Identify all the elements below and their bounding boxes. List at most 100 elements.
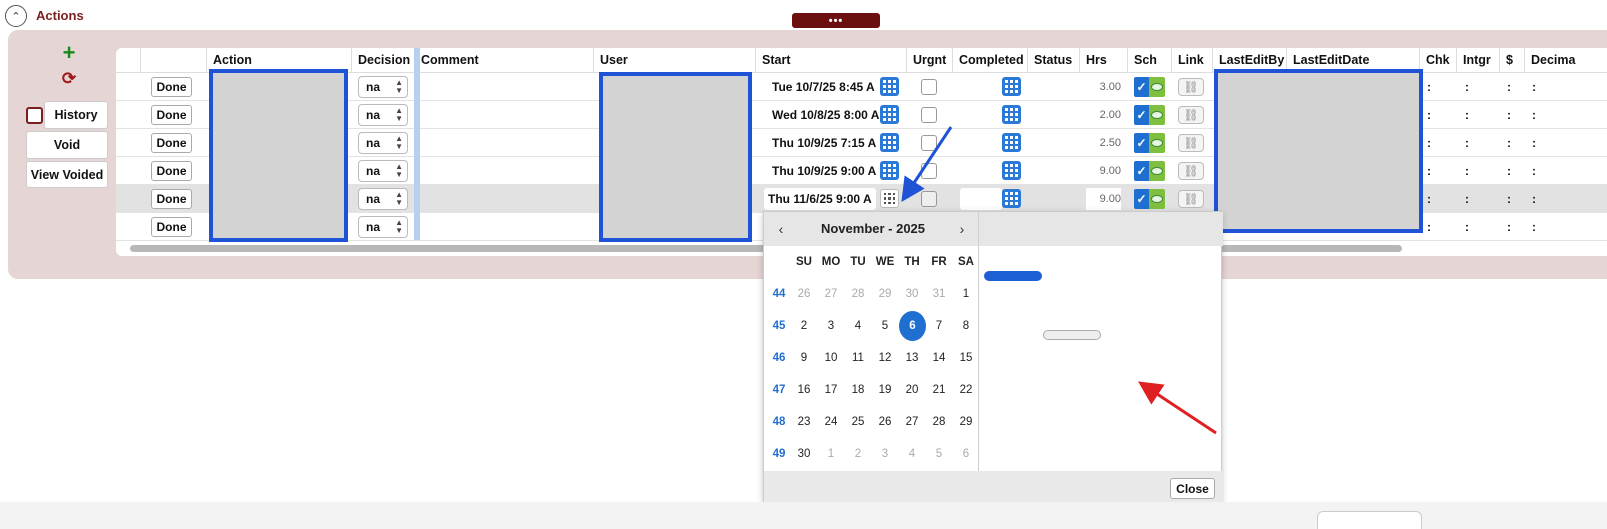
- calendar-day[interactable]: 22: [953, 377, 979, 403]
- header-comment[interactable]: Comment: [415, 48, 594, 73]
- calendar-day[interactable]: 31: [926, 281, 952, 307]
- schedule-icon[interactable]: ✓: [1134, 77, 1165, 97]
- history-button[interactable]: History: [44, 101, 108, 129]
- calendar-day[interactable]: 7: [926, 313, 952, 339]
- urgent-checkbox[interactable]: [921, 135, 937, 151]
- header-decimal[interactable]: Decima: [1525, 48, 1607, 73]
- calendar-day[interactable]: 25: [845, 409, 871, 435]
- schedule-icon[interactable]: ✓: [1134, 161, 1165, 181]
- header-decision[interactable]: Decision: [352, 48, 415, 73]
- calendar-day[interactable]: 2: [791, 313, 817, 339]
- history-checkbox[interactable]: [26, 107, 43, 124]
- calendar-icon[interactable]: [880, 77, 899, 96]
- calendar-day[interactable]: 26: [791, 281, 817, 307]
- calendar-icon[interactable]: [1002, 77, 1021, 96]
- done-button[interactable]: Done: [151, 105, 192, 125]
- link-icon[interactable]: ⛓: [1178, 78, 1204, 96]
- drag-handle[interactable]: •••: [792, 13, 880, 28]
- calendar-day[interactable]: 11: [845, 345, 871, 371]
- completed-field[interactable]: [960, 76, 1002, 98]
- calendar-day[interactable]: 27: [818, 281, 844, 307]
- calendar-day[interactable]: 15: [953, 345, 979, 371]
- header-link[interactable]: Link: [1172, 48, 1213, 73]
- schedule-icon[interactable]: ✓: [1134, 105, 1165, 125]
- urgent-checkbox[interactable]: [921, 79, 937, 95]
- calendar-icon[interactable]: [880, 133, 899, 152]
- calendar-day[interactable]: 4: [845, 313, 871, 339]
- void-button[interactable]: Void: [26, 131, 108, 159]
- calendar-day[interactable]: 20: [899, 377, 925, 403]
- link-icon[interactable]: ⛓: [1178, 190, 1204, 208]
- calendar-day[interactable]: 28: [926, 409, 952, 435]
- start-input[interactable]: Thu 11/6/25 9:00 A: [764, 188, 876, 210]
- calendar-icon[interactable]: [1002, 133, 1021, 152]
- calendar-day[interactable]: 26: [872, 409, 898, 435]
- calendar-day[interactable]: 10: [818, 345, 844, 371]
- calendar-icon[interactable]: [1002, 189, 1021, 208]
- calendar-day[interactable]: 3: [818, 313, 844, 339]
- link-icon[interactable]: ⛓: [1178, 106, 1204, 124]
- urgent-checkbox[interactable]: [921, 107, 937, 123]
- calendar-day[interactable]: 5: [926, 441, 952, 467]
- done-button[interactable]: Done: [151, 133, 192, 153]
- calendar-day[interactable]: 12: [872, 345, 898, 371]
- footer-tab[interactable]: [1317, 511, 1422, 529]
- chevron-left-icon[interactable]: ‹: [773, 220, 789, 238]
- header-urgent[interactable]: Urgnt: [907, 48, 953, 73]
- decision-select[interactable]: na ▲ ▼: [358, 76, 408, 98]
- view-voided-button[interactable]: View Voided: [26, 161, 108, 188]
- calendar-day[interactable]: 18: [845, 377, 871, 403]
- calendar-day[interactable]: 3: [872, 441, 898, 467]
- urgent-checkbox[interactable]: [921, 163, 937, 179]
- header-dollar[interactable]: $: [1500, 48, 1525, 73]
- calendar-day[interactable]: 14: [926, 345, 952, 371]
- done-button[interactable]: Done: [151, 161, 192, 181]
- column-resize-handle[interactable]: [414, 48, 420, 240]
- done-button[interactable]: Done: [151, 217, 192, 237]
- completed-field[interactable]: [960, 104, 1002, 126]
- header-sch[interactable]: Sch: [1128, 48, 1172, 73]
- calendar-icon[interactable]: [880, 161, 899, 180]
- calendar-day[interactable]: 27: [899, 409, 925, 435]
- plus-icon[interactable]: +: [61, 42, 77, 64]
- calendar-day[interactable]: 5: [872, 313, 898, 339]
- calendar-day[interactable]: 2: [845, 441, 871, 467]
- header-intgr[interactable]: Intgr: [1457, 48, 1500, 73]
- calendar-day[interactable]: 30: [899, 281, 925, 307]
- calendar-day[interactable]: 9: [791, 345, 817, 371]
- calendar-day[interactable]: 16: [791, 377, 817, 403]
- collapse-toggle[interactable]: ⌃: [5, 5, 27, 27]
- refresh-icon[interactable]: ⟳: [61, 70, 77, 87]
- schedule-icon[interactable]: ✓: [1134, 189, 1165, 209]
- decision-select[interactable]: na ▲ ▼: [358, 216, 408, 238]
- calendar-day[interactable]: 28: [845, 281, 871, 307]
- decision-select[interactable]: na ▲ ▼: [358, 160, 408, 182]
- urgent-checkbox[interactable]: [921, 191, 937, 207]
- completed-field[interactable]: [960, 188, 1002, 210]
- header-hrs[interactable]: Hrs: [1080, 48, 1128, 73]
- calendar-icon[interactable]: [880, 105, 899, 124]
- close-button[interactable]: Close: [1170, 478, 1215, 499]
- header-chk[interactable]: Chk: [1420, 48, 1457, 73]
- hrs-input[interactable]: 9.00: [1086, 188, 1121, 210]
- header-status[interactable]: Status: [1028, 48, 1080, 73]
- header-completed[interactable]: Completed: [953, 48, 1028, 73]
- decision-select[interactable]: na ▲ ▼: [358, 104, 408, 126]
- link-icon[interactable]: ⛓: [1178, 134, 1204, 152]
- calendar-day[interactable]: 23: [791, 409, 817, 435]
- link-icon[interactable]: ⛓: [1178, 162, 1204, 180]
- calendar-day[interactable]: 29: [872, 281, 898, 307]
- calendar-day[interactable]: 1: [818, 441, 844, 467]
- done-button[interactable]: Done: [151, 189, 192, 209]
- calendar-day[interactable]: 17: [818, 377, 844, 403]
- calendar-day[interactable]: 29: [953, 409, 979, 435]
- header-user[interactable]: User: [594, 48, 756, 73]
- calendar-day[interactable]: 21: [926, 377, 952, 403]
- completed-field[interactable]: [960, 160, 1002, 182]
- calendar-day[interactable]: 13: [899, 345, 925, 371]
- calendar-icon[interactable]: [1002, 105, 1021, 124]
- calendar-day[interactable]: 4: [899, 441, 925, 467]
- calendar-day[interactable]: 8: [953, 313, 979, 339]
- time-slot-selected[interactable]: [984, 271, 1042, 281]
- calendar-day[interactable]: 30: [791, 441, 817, 467]
